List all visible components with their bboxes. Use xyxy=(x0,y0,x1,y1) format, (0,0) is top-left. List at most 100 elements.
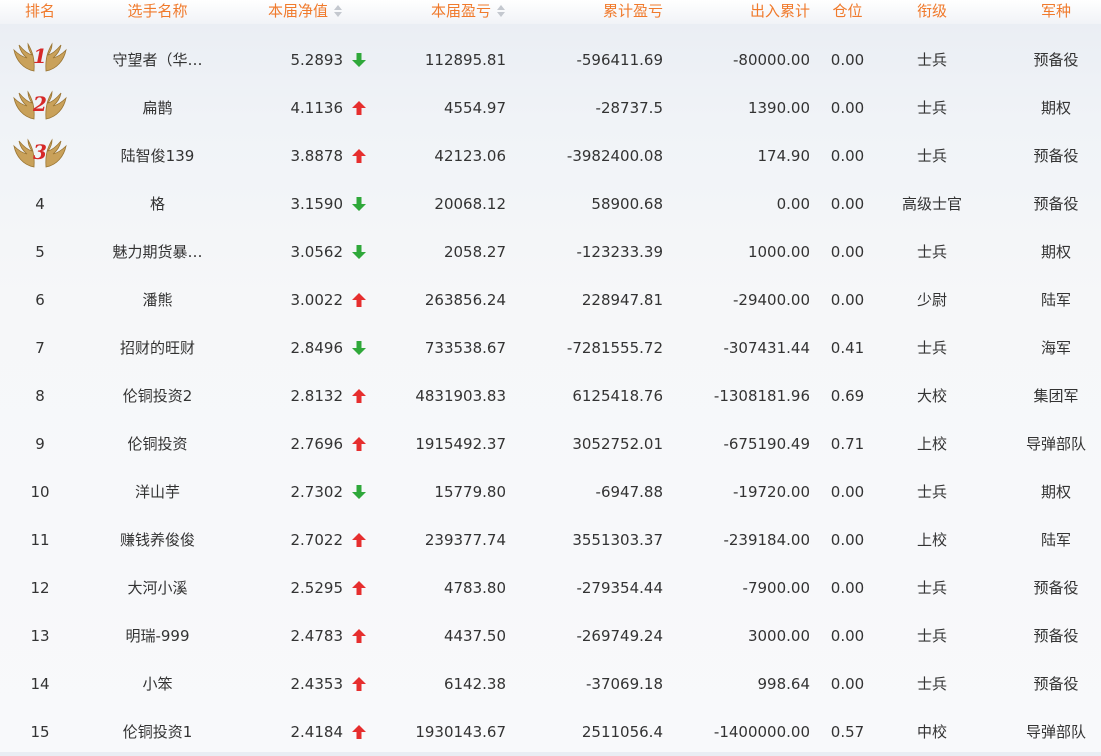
nav-value: 2.4353 xyxy=(290,675,344,693)
flow-value: -1400000.00 xyxy=(713,723,810,741)
position-value: 0.00 xyxy=(830,99,865,117)
table-row[interactable]: 9 伦铜投资 2.7696 1915492.37 3052752.01 -675190.4… xyxy=(0,420,1101,468)
cumulative-value: -3982400.08 xyxy=(566,147,663,165)
cumulative-value: 58900.68 xyxy=(591,195,663,213)
table-row[interactable]: 12 大河小溪 2.5295 4783.80 -279354.44 -7900.00 0.0… xyxy=(0,564,1101,612)
branch-value: 预备役 xyxy=(1033,195,1079,213)
rank-number: 9 xyxy=(35,435,45,453)
arrow-down-icon xyxy=(351,340,367,356)
position-value: 0.00 xyxy=(830,531,865,549)
cumulative-value: 6125418.76 xyxy=(572,387,663,405)
profit-value: 263856.24 xyxy=(424,291,506,309)
title-value: 高级士官 xyxy=(901,195,962,213)
flow-value: -307431.44 xyxy=(723,339,810,357)
title-value: 少尉 xyxy=(916,291,947,309)
profit-value: 42123.06 xyxy=(434,147,506,165)
table-row[interactable]: 7 招财的旺财 2.8496 733538.67 -7281555.72 -307431.… xyxy=(0,324,1101,372)
rank-medal-icon: 2 xyxy=(13,89,67,123)
ranking-table: 排名 选手名称 本届净值 本届盈亏 累计盈亏 出入累计 仓位 衔级 军种 1 守望… xyxy=(0,0,1101,752)
profit-value: 6142.38 xyxy=(443,675,506,693)
table-row[interactable]: 14 小笨 2.4353 6142.38 -37069.18 998.64 0.00 士兵 预备… xyxy=(0,660,1101,708)
arrow-up-icon xyxy=(351,580,367,596)
header-profit[interactable]: 本届盈亏 xyxy=(380,0,506,23)
title-value: 士兵 xyxy=(916,147,947,165)
title-value: 士兵 xyxy=(916,99,947,117)
cumulative-value: -28737.5 xyxy=(595,99,663,117)
header-cumulative: 累计盈亏 xyxy=(602,2,663,20)
profit-value: 4554.97 xyxy=(443,99,506,117)
table-row[interactable]: 2 扁鹊 4.1136 4554.97 -28737.5 1390.00 0.00 士兵 期权 xyxy=(0,84,1101,132)
branch-value: 陆军 xyxy=(1040,291,1071,309)
arrow-up-icon xyxy=(351,676,367,692)
sort-icon[interactable] xyxy=(497,4,506,17)
player-name[interactable]: 招财的旺财 xyxy=(80,336,235,360)
cumulative-value: -279354.44 xyxy=(576,579,663,597)
table-row[interactable]: 5 魅力期货暴… 3.0562 2058.27 -123233.39 1000.00 0.0… xyxy=(0,228,1101,276)
nav-value: 5.2893 xyxy=(290,51,344,69)
profit-value: 4783.80 xyxy=(443,579,506,597)
title-value: 士兵 xyxy=(916,51,947,69)
player-name[interactable]: 赚钱养俊俊 xyxy=(80,528,235,552)
table-row[interactable]: 1 守望者（华… 5.2893 112895.81 -596411.69 -80000.0… xyxy=(0,36,1101,84)
flow-value: 3000.00 xyxy=(747,627,810,645)
player-name[interactable]: 伦铜投资 xyxy=(80,432,235,456)
player-name[interactable]: 小笨 xyxy=(80,672,235,696)
flow-value: 998.64 xyxy=(757,675,811,693)
sort-icon[interactable] xyxy=(334,4,343,17)
table-row[interactable]: 8 伦铜投资2 2.8132 4831903.83 6125418.76 -1308181… xyxy=(0,372,1101,420)
table-row[interactable]: 13 明瑞-999 2.4783 4437.50 -269749.24 3000.00 0.… xyxy=(0,612,1101,660)
table-row[interactable]: 10 洋山芋 2.7302 15779.80 -6947.88 -19720.00 0.00… xyxy=(0,468,1101,516)
profit-value: 20068.12 xyxy=(434,195,506,213)
table-row[interactable]: 15 伦铜投资1 2.4184 1930143.67 2511056.4 -1400000… xyxy=(0,708,1101,756)
flow-value: -7900.00 xyxy=(742,579,810,597)
player-name[interactable]: 洋山芋 xyxy=(80,480,235,504)
cumulative-value: 228947.81 xyxy=(581,291,663,309)
player-name[interactable]: 潘熊 xyxy=(80,288,235,312)
rank-number: 4 xyxy=(35,195,45,213)
player-name[interactable]: 扁鹊 xyxy=(80,96,235,120)
position-value: 0.57 xyxy=(830,723,865,741)
arrow-up-icon xyxy=(351,628,367,644)
position-value: 0.69 xyxy=(830,387,865,405)
nav-value: 4.1136 xyxy=(290,99,344,117)
player-name[interactable]: 魅力期货暴… xyxy=(80,240,235,264)
player-name[interactable]: 明瑞-999 xyxy=(80,624,235,648)
rank-number: 13 xyxy=(30,627,50,645)
header-nav-label: 本届净值 xyxy=(267,2,328,20)
table-row[interactable]: 3 陆智俊139 3.8878 42123.06 -3982400.08 174.90 0.… xyxy=(0,132,1101,180)
table-row[interactable]: 11 赚钱养俊俊 2.7022 239377.74 3551303.37 -239184.… xyxy=(0,516,1101,564)
cumulative-value: -6947.88 xyxy=(595,483,663,501)
rank-number: 3 xyxy=(33,140,47,164)
arrow-down-icon xyxy=(351,484,367,500)
cumulative-value: -37069.18 xyxy=(586,675,663,693)
header-nav[interactable]: 本届净值 xyxy=(235,0,343,23)
rank-number: 11 xyxy=(30,531,50,549)
player-name[interactable]: 陆智俊139 xyxy=(80,144,235,168)
rank-number: 15 xyxy=(30,723,50,741)
arrow-up-icon xyxy=(351,436,367,452)
position-value: 0.00 xyxy=(830,243,865,261)
rank-number: 6 xyxy=(35,291,45,309)
player-name[interactable]: 守望者（华… xyxy=(80,48,235,72)
table-row[interactable]: 6 潘熊 3.0022 263856.24 228947.81 -29400.00 0.00… xyxy=(0,276,1101,324)
cumulative-value: 2511056.4 xyxy=(581,723,663,741)
flow-value: 1000.00 xyxy=(747,243,810,261)
title-value: 士兵 xyxy=(916,627,947,645)
cumulative-value: 3052752.01 xyxy=(572,435,663,453)
player-name[interactable]: 伦铜投资1 xyxy=(80,720,235,744)
branch-value: 期权 xyxy=(1040,243,1071,261)
player-name[interactable]: 大河小溪 xyxy=(80,576,235,600)
player-name[interactable]: 格 xyxy=(80,192,235,216)
nav-value: 2.7302 xyxy=(290,483,344,501)
flow-value: 0.00 xyxy=(776,195,810,213)
position-value: 0.00 xyxy=(830,195,865,213)
nav-value: 2.8496 xyxy=(290,339,344,357)
nav-value: 2.4184 xyxy=(290,723,344,741)
title-value: 士兵 xyxy=(916,483,947,501)
rank-number: 8 xyxy=(35,387,45,405)
header-profit-label: 本届盈亏 xyxy=(430,2,491,20)
table-row[interactable]: 4 格 3.1590 20068.12 58900.68 0.00 0.00 高级士官 预备役 xyxy=(0,180,1101,228)
nav-value: 3.1590 xyxy=(290,195,344,213)
cumulative-value: -123233.39 xyxy=(576,243,663,261)
player-name[interactable]: 伦铜投资2 xyxy=(80,384,235,408)
